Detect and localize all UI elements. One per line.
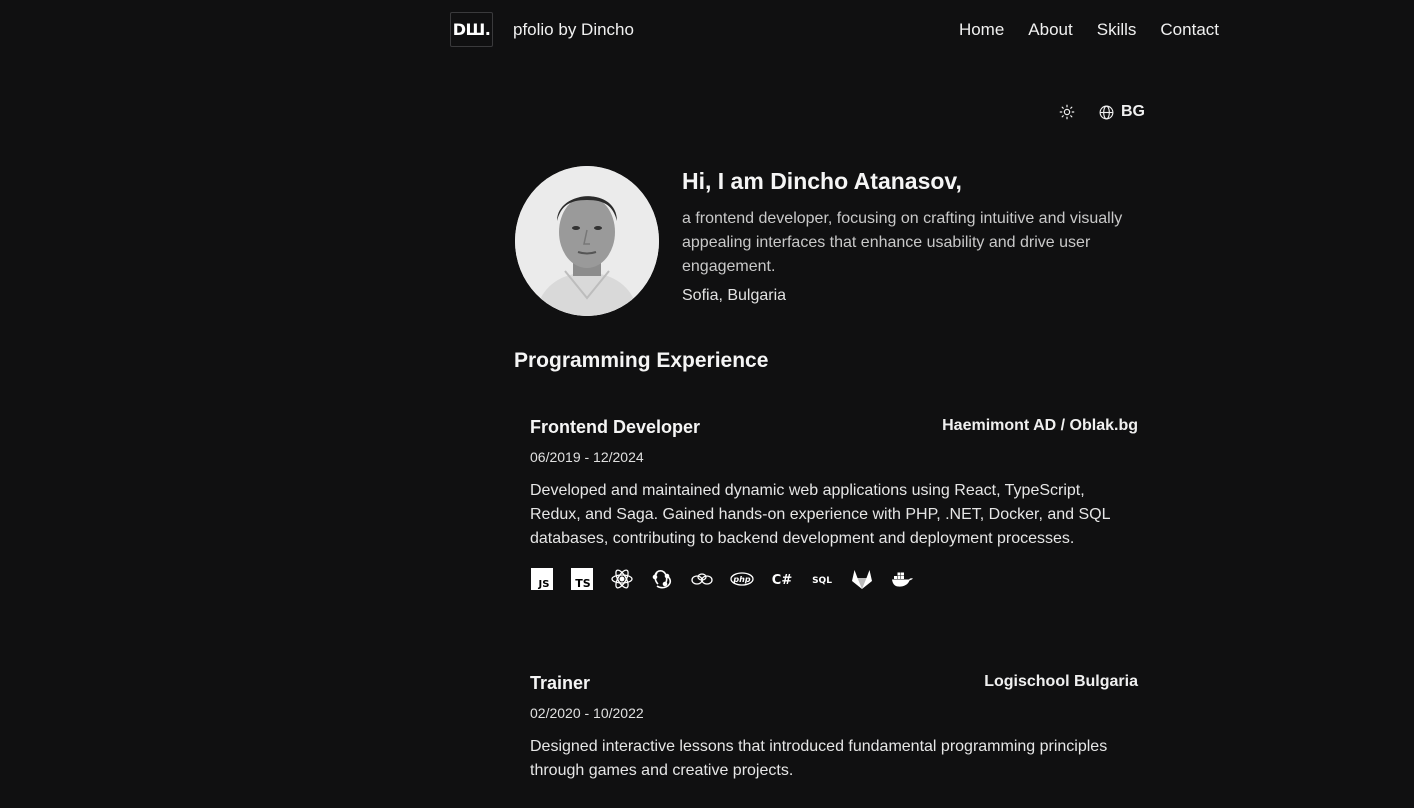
gitlab-icon: [850, 567, 874, 591]
site-logo[interactable]: DШ.: [450, 12, 493, 47]
php-label: php: [732, 575, 750, 584]
experience-card: Frontend Developer Haemimont AD / Oblak.…: [530, 417, 1138, 591]
job-dates: 02/2020 - 10/2022: [530, 705, 644, 721]
job-description: Developed and maintained dynamic web app…: [530, 482, 1110, 547]
nav-link-about[interactable]: About: [1028, 20, 1072, 40]
theme-toggle-button[interactable]: [1058, 103, 1076, 121]
csharp-label: C#: [772, 573, 793, 588]
sun-icon: [1059, 104, 1075, 120]
php-icon: php: [730, 567, 754, 591]
csharp-icon: C#: [770, 567, 794, 591]
hero-description: a frontend developer, focusing on crafti…: [682, 210, 1123, 275]
job-description: Designed interactive lessons that introd…: [530, 738, 1108, 779]
redux-saga-icon: [690, 567, 714, 591]
hero-greeting: Hi, I am Dincho Atanasov,: [682, 168, 962, 194]
site-brand-name[interactable]: pfolio by Dincho: [513, 20, 634, 40]
profile-photo: [515, 166, 659, 316]
job-dates: 06/2019 - 12/2024: [530, 449, 644, 465]
react-icon: [610, 567, 634, 591]
typescript-label: TS: [575, 577, 591, 590]
javascript-label: JS: [538, 579, 550, 590]
tech-stack: JS TS php C# SQL: [530, 567, 1138, 591]
main-menu: Home About Skills Contact: [959, 20, 1219, 40]
globe-icon: [1099, 105, 1114, 119]
sql-icon: SQL: [810, 567, 834, 591]
sql-label: SQL: [812, 576, 832, 586]
javascript-icon: JS: [530, 567, 554, 591]
experience-section-title: Programming Experience: [514, 349, 769, 372]
language-switch-button[interactable]: BG: [1098, 103, 1145, 121]
typescript-icon: TS: [570, 567, 594, 591]
job-company: Logischool Bulgaria: [984, 673, 1138, 690]
page-controls: BG: [1058, 103, 1145, 121]
experience-card: Trainer Logischool Bulgaria 02/2020 - 10…: [530, 673, 1138, 783]
hero-location: Sofia, Bulgaria: [682, 287, 787, 304]
docker-icon: [890, 567, 914, 591]
nav-link-contact[interactable]: Contact: [1160, 20, 1219, 40]
nav-link-home[interactable]: Home: [959, 20, 1004, 40]
redux-icon: [650, 567, 674, 591]
job-company: Haemimont AD / Oblak.bg: [942, 417, 1138, 434]
nav-link-skills[interactable]: Skills: [1097, 20, 1137, 40]
language-label: BG: [1121, 103, 1145, 120]
top-navbar: DШ. pfolio by Dincho Home About Skills C…: [0, 0, 1414, 62]
